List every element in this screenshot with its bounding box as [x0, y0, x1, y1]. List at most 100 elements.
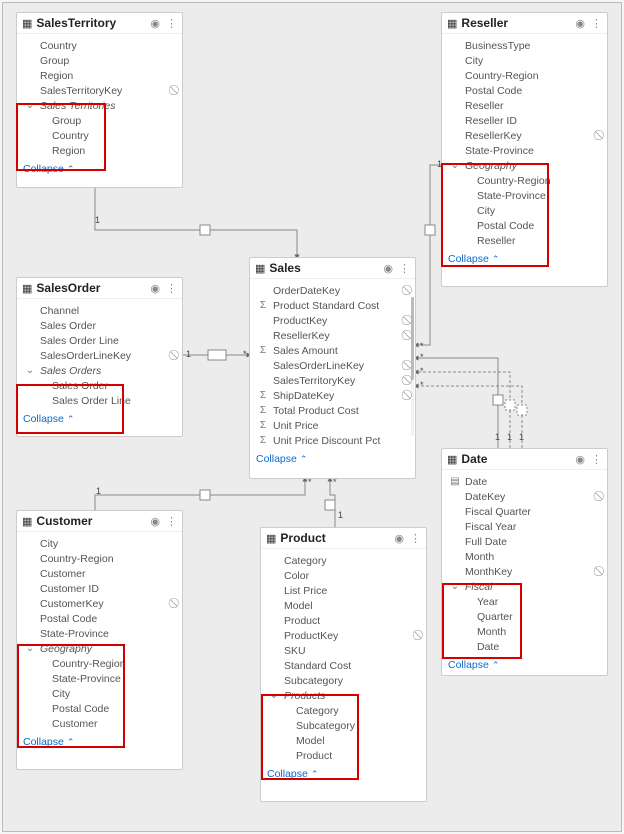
hierarchy-child-row[interactable]: Country-Region	[442, 173, 607, 188]
field-row[interactable]: Customer	[17, 566, 182, 581]
table-header[interactable]: ▦Customer◉⋮	[17, 511, 182, 532]
field-row[interactable]: ProductKey⃠	[261, 628, 426, 643]
table-salesOrder[interactable]: ▦SalesOrder◉⋮ChannelSales OrderSales Ord…	[16, 277, 183, 437]
more-icon[interactable]: ⋮	[399, 262, 410, 275]
hierarchy-child-row[interactable]: Date	[442, 639, 607, 654]
field-row[interactable]: Product	[261, 613, 426, 628]
table-sales[interactable]: ▦Sales◉⋮OrderDateKey⃠ΣProduct Standard C…	[249, 257, 416, 479]
field-row[interactable]: Country-Region	[442, 68, 607, 83]
field-row[interactable]: Postal Code	[17, 611, 182, 626]
collapse-link[interactable]: Collapse⌃	[17, 410, 182, 428]
table-date[interactable]: ▦Date◉⋮▤DateDateKey⃠Fiscal QuarterFiscal…	[441, 448, 608, 676]
field-row[interactable]: ResellerKey⃠	[442, 128, 607, 143]
more-icon[interactable]: ⋮	[591, 453, 602, 466]
hierarchy-row[interactable]: ⌄Fiscal	[442, 579, 607, 594]
field-row[interactable]: BusinessType	[442, 38, 607, 53]
hierarchy-child-row[interactable]: Subcategory	[261, 718, 426, 733]
field-row[interactable]: SalesOrderLineKey⃠	[17, 348, 182, 363]
table-product[interactable]: ▦Product◉⋮CategoryColorList PriceModelPr…	[260, 527, 427, 802]
table-customer[interactable]: ▦Customer◉⋮CityCountry-RegionCustomerCus…	[16, 510, 183, 770]
field-row[interactable]: Country	[17, 38, 182, 53]
hierarchy-child-row[interactable]: Group	[17, 113, 182, 128]
hierarchy-child-row[interactable]: Sales Order	[17, 378, 182, 393]
field-row[interactable]: SalesTerritoryKey⃠	[17, 83, 182, 98]
hierarchy-row[interactable]: ⌄Sales Orders	[17, 363, 182, 378]
table-header[interactable]: ▦Product◉⋮	[261, 528, 426, 549]
table-header[interactable]: ▦SalesOrder◉⋮	[17, 278, 182, 299]
hierarchy-child-row[interactable]: City	[442, 203, 607, 218]
field-row[interactable]: ProductKey⃠	[250, 313, 415, 328]
visibility-icon[interactable]: ◉	[150, 282, 160, 295]
field-row[interactable]: ΣTotal Product Cost	[250, 403, 415, 418]
field-row[interactable]: Month	[442, 549, 607, 564]
field-row[interactable]: Fiscal Year	[442, 519, 607, 534]
hierarchy-child-row[interactable]: Month	[442, 624, 607, 639]
hierarchy-child-row[interactable]: State-Province	[442, 188, 607, 203]
hierarchy-child-row[interactable]: Reseller	[442, 233, 607, 248]
field-row[interactable]: Color	[261, 568, 426, 583]
hierarchy-child-row[interactable]: Year	[442, 594, 607, 609]
collapse-link[interactable]: Collapse⌃	[442, 250, 607, 268]
field-row[interactable]: ΣProduct Standard Cost	[250, 298, 415, 313]
collapse-link[interactable]: Collapse⌃	[17, 160, 182, 178]
field-row[interactable]: CustomerKey⃠	[17, 596, 182, 611]
table-header[interactable]: ▦Date◉⋮	[442, 449, 607, 470]
visibility-icon[interactable]: ◉	[150, 17, 160, 30]
table-header[interactable]: ▦Reseller◉⋮	[442, 13, 607, 34]
field-row[interactable]: Customer ID	[17, 581, 182, 596]
hierarchy-child-row[interactable]: Country-Region	[17, 656, 182, 671]
field-row[interactable]: Reseller	[442, 98, 607, 113]
hierarchy-child-row[interactable]: Product	[261, 748, 426, 763]
visibility-icon[interactable]: ◉	[575, 17, 585, 30]
field-row[interactable]: OrderDateKey⃠	[250, 283, 415, 298]
field-row[interactable]: Channel	[17, 303, 182, 318]
field-row[interactable]: ResellerKey⃠	[250, 328, 415, 343]
hierarchy-row[interactable]: ⌄Geography	[442, 158, 607, 173]
field-row[interactable]: Standard Cost	[261, 658, 426, 673]
scrollbar[interactable]	[411, 297, 414, 436]
hierarchy-child-row[interactable]: Country	[17, 128, 182, 143]
hierarchy-row[interactable]: ⌄Geography	[17, 641, 182, 656]
hierarchy-row[interactable]: ⌄Products	[261, 688, 426, 703]
field-row[interactable]: City	[17, 536, 182, 551]
collapse-link[interactable]: Collapse⌃	[250, 450, 415, 468]
field-row[interactable]: ΣSales Amount	[250, 343, 415, 358]
field-row[interactable]: Country-Region	[17, 551, 182, 566]
more-icon[interactable]: ⋮	[166, 515, 177, 528]
field-row[interactable]: Category	[261, 553, 426, 568]
hierarchy-child-row[interactable]: Sales Order Line	[17, 393, 182, 408]
field-row[interactable]: SKU	[261, 643, 426, 658]
hierarchy-child-row[interactable]: State-Province	[17, 671, 182, 686]
collapse-link[interactable]: Collapse⌃	[442, 656, 607, 674]
field-row[interactable]: Region	[17, 68, 182, 83]
hierarchy-row[interactable]: ⌄Sales Territories	[17, 98, 182, 113]
field-row[interactable]: Postal Code	[442, 83, 607, 98]
table-reseller[interactable]: ▦Reseller◉⋮BusinessTypeCityCountry-Regio…	[441, 12, 608, 287]
field-row[interactable]: Model	[261, 598, 426, 613]
field-row[interactable]: State-Province	[442, 143, 607, 158]
field-row[interactable]: Subcategory	[261, 673, 426, 688]
collapse-link[interactable]: Collapse⌃	[261, 765, 426, 783]
hierarchy-child-row[interactable]: Quarter	[442, 609, 607, 624]
table-header[interactable]: ▦SalesTerritory◉⋮	[17, 13, 182, 34]
hierarchy-child-row[interactable]: Model	[261, 733, 426, 748]
hierarchy-child-row[interactable]: Customer	[17, 716, 182, 731]
table-salesTerritory[interactable]: ▦SalesTerritory◉⋮CountryGroupRegionSales…	[16, 12, 183, 188]
visibility-icon[interactable]: ◉	[383, 262, 393, 275]
hierarchy-child-row[interactable]: Region	[17, 143, 182, 158]
hierarchy-child-row[interactable]: Postal Code	[442, 218, 607, 233]
field-row[interactable]: ▤Date	[442, 474, 607, 489]
field-row[interactable]: SalesOrderLineKey⃠	[250, 358, 415, 373]
field-row[interactable]: ΣShipDateKey⃠	[250, 388, 415, 403]
visibility-icon[interactable]: ◉	[150, 515, 160, 528]
field-row[interactable]: Full Date	[442, 534, 607, 549]
field-row[interactable]: Fiscal Quarter	[442, 504, 607, 519]
field-row[interactable]: City	[442, 53, 607, 68]
field-row[interactable]: List Price	[261, 583, 426, 598]
more-icon[interactable]: ⋮	[166, 282, 177, 295]
more-icon[interactable]: ⋮	[591, 17, 602, 30]
field-row[interactable]: Sales Order Line	[17, 333, 182, 348]
field-row[interactable]: ΣUnit Price	[250, 418, 415, 433]
field-row[interactable]: State-Province	[17, 626, 182, 641]
hierarchy-child-row[interactable]: Category	[261, 703, 426, 718]
